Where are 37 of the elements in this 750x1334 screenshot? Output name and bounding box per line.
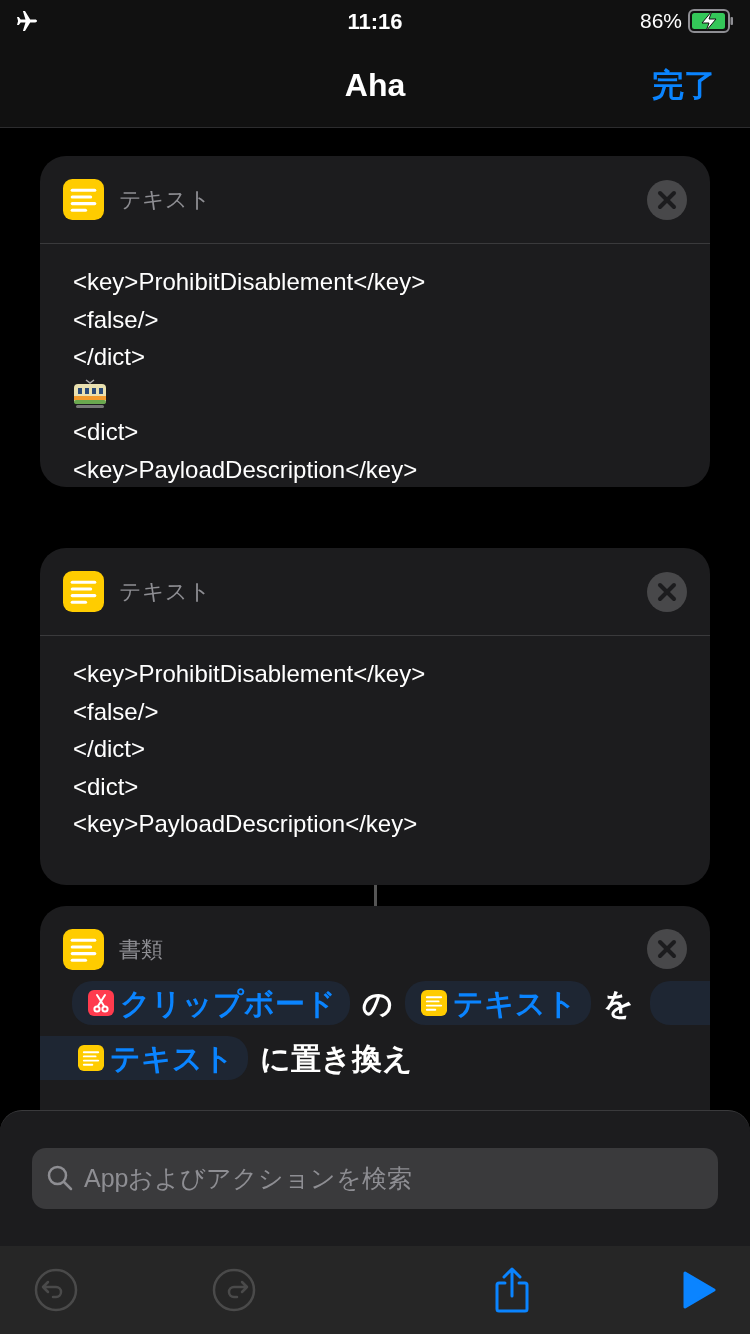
action-word: に置き換え bbox=[259, 1040, 414, 1077]
text-line: <key>ProhibitDisablement</key> bbox=[73, 659, 427, 689]
text-line: <key>ProhibitDisablement</key> bbox=[73, 267, 427, 297]
tram-icon bbox=[73, 379, 107, 410]
scissors-icon bbox=[88, 990, 114, 1016]
document-icon bbox=[421, 990, 447, 1016]
document-icon bbox=[63, 928, 104, 970]
text-line: <key>PayloadDescription</key> bbox=[73, 454, 419, 485]
action-title: テキスト bbox=[119, 578, 212, 606]
text-line: <false/> bbox=[73, 696, 160, 727]
document-icon bbox=[63, 571, 104, 612]
done-button[interactable]: 完了 bbox=[652, 60, 716, 109]
variable-token[interactable]: テキスト bbox=[40, 1036, 248, 1080]
play-button[interactable] bbox=[682, 1271, 716, 1309]
action-word: の bbox=[361, 985, 394, 1022]
empty-token[interactable] bbox=[650, 981, 710, 1025]
battery-percentage: 86% bbox=[639, 8, 682, 35]
document-icon bbox=[78, 1045, 104, 1071]
text-line: <dict> bbox=[73, 417, 140, 447]
text-line: <dict> bbox=[73, 771, 140, 802]
text-line: <key>PayloadDescription</key> bbox=[73, 809, 419, 839]
status-time: 11:16 bbox=[347, 7, 403, 36]
close-button[interactable] bbox=[647, 571, 687, 612]
action-word: を bbox=[602, 985, 635, 1022]
action-title: テキスト bbox=[119, 186, 212, 214]
connector-line bbox=[373, 884, 377, 906]
close-button[interactable] bbox=[647, 179, 687, 220]
variable-token[interactable]: クリップボード bbox=[72, 981, 350, 1025]
nav-title: Aha bbox=[344, 65, 406, 105]
variable-token[interactable]: テキスト bbox=[405, 981, 591, 1025]
text-line: </dict> bbox=[73, 734, 147, 764]
document-icon bbox=[63, 179, 104, 220]
text-line: <false/> bbox=[73, 304, 160, 335]
search-field[interactable]: Appおよびアクションを検索 bbox=[32, 1148, 718, 1209]
text-line: </dict> bbox=[73, 342, 147, 372]
close-button[interactable] bbox=[647, 929, 687, 969]
action-title: 書類 bbox=[119, 935, 164, 964]
